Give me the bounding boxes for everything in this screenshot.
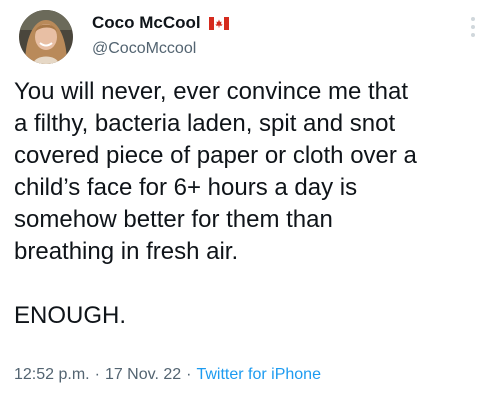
tweet-text-line: a filthy, bacteria laden, spit and snot	[14, 110, 396, 137]
tweet-source-link[interactable]: Twitter for iPhone	[196, 366, 321, 384]
tweet-text-line: breathing in fresh air.	[14, 238, 239, 265]
tweet-text-line: somehow better for them than	[14, 206, 333, 233]
tweet-meta: 12:52 p.m. · 17 Nov. 22 · Twitter for iP…	[14, 366, 321, 384]
tweet-text: You will never, ever convince me that a …	[14, 76, 496, 332]
meta-separator: ·	[186, 366, 192, 383]
tweet-text-line: child’s face for 6+ hours a day is	[14, 174, 358, 201]
meta-separator: ·	[94, 366, 100, 383]
tweet-text-line: You will never, ever convince me that	[14, 78, 408, 105]
tweet-text-line: covered piece of paper or cloth over a	[14, 142, 417, 169]
tweet-date[interactable]: 17 Nov. 22	[105, 366, 181, 384]
tweet-card: Coco McCool @CocoMccool You will never, …	[0, 0, 500, 400]
more-options-icon[interactable]	[469, 16, 477, 38]
profile-photo	[19, 10, 73, 64]
author-handle[interactable]: @CocoMccool	[92, 40, 196, 58]
tweet-closing-line: ENOUGH.	[14, 302, 127, 329]
display-name[interactable]: Coco McCool	[92, 13, 201, 33]
canada-flag-icon	[208, 16, 229, 30]
author-name-row: Coco McCool	[92, 13, 229, 33]
avatar[interactable]	[19, 10, 73, 64]
tweet-time[interactable]: 12:52 p.m.	[14, 366, 90, 384]
